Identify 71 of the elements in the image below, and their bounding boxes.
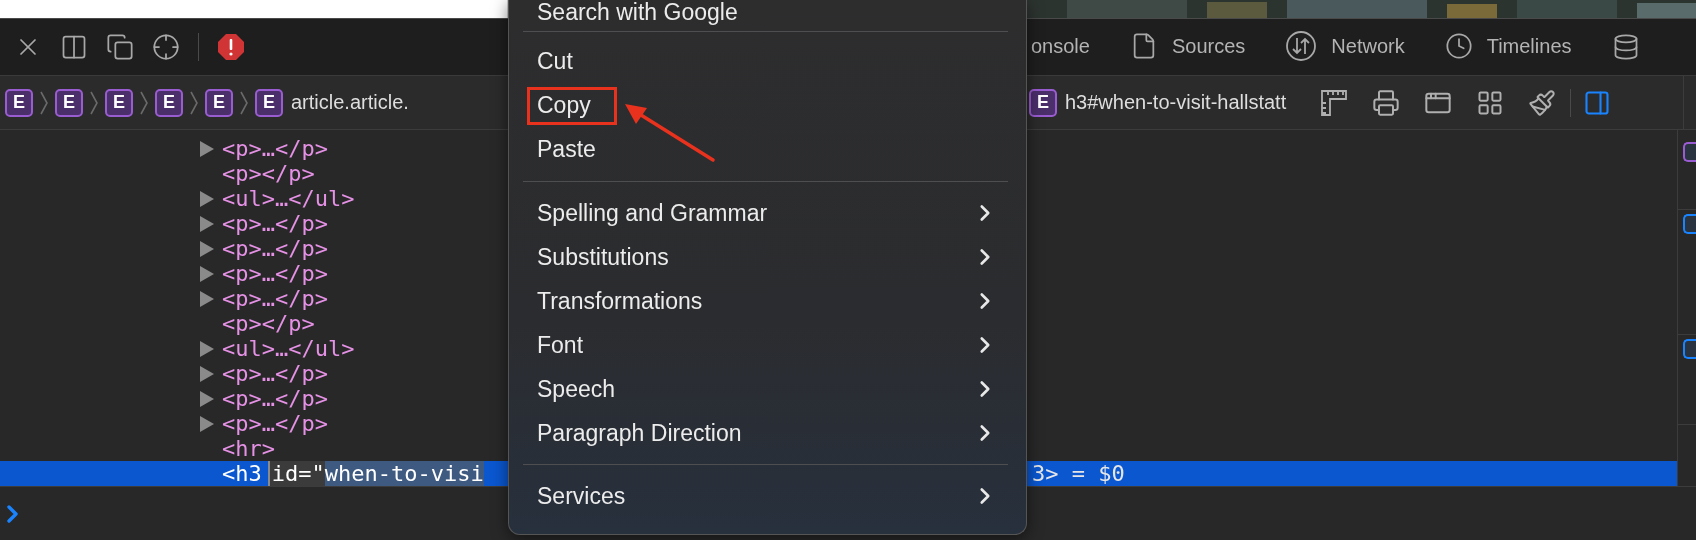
disclosure-triangle-icon[interactable] <box>200 340 214 357</box>
element-tag: <p></p> <box>222 161 315 186</box>
breadcrumb-label: article.article. <box>291 91 409 114</box>
split-view-icon[interactable] <box>60 33 88 61</box>
menu-item[interactable]: Speech <box>523 366 1008 411</box>
disclosure-triangle-icon[interactable] <box>200 415 214 432</box>
tab[interactable]: Timelines <box>1444 32 1572 62</box>
element-tag: <p>…</p> <box>222 136 328 161</box>
disclosure-triangle-icon[interactable] <box>200 240 214 257</box>
badge-icon <box>1683 339 1696 359</box>
menu-item[interactable]: Search with Google <box>523 0 1008 24</box>
menu-item[interactable]: Cut <box>523 39 1008 84</box>
breadcrumb-label: h3#when-to-visit-hallstatt <box>1065 91 1287 114</box>
menu-item[interactable]: Spelling and Grammar <box>523 190 1008 235</box>
attribute-field[interactable]: id="when-to-visi <box>267 461 484 486</box>
tab[interactable]: onsole <box>1031 34 1090 60</box>
disclosure-triangle-icon[interactable] <box>200 140 214 157</box>
sidebar-icon[interactable] <box>1583 88 1612 117</box>
element-badge[interactable]: E <box>155 88 183 117</box>
element-badge: E <box>1029 88 1057 117</box>
chevron-icon <box>189 89 199 116</box>
element-tag: 3> = $0 <box>1032 461 1125 486</box>
element-tag: <h3 <box>222 461 262 486</box>
menu-item[interactable]: Transformations <box>523 278 1008 323</box>
disclosure-triangle-icon[interactable] <box>200 215 214 232</box>
badge-icon <box>1683 214 1696 234</box>
element-tag: <hr> <box>222 436 275 461</box>
menu-item[interactable]: Copy <box>523 83 1008 128</box>
element-tag: <p>…</p> <box>222 236 328 261</box>
menu-item[interactable]: Font <box>523 322 1008 367</box>
element-badge[interactable]: E <box>55 88 83 117</box>
element-tag: <p>…</p> <box>222 286 328 311</box>
breadcrumb[interactable]: E h3#when-to-visit-hallstatt <box>1029 88 1287 117</box>
element-tag: <p>…</p> <box>222 386 328 411</box>
network-icon <box>1285 30 1318 62</box>
breadcrumb[interactable]: E article.article. <box>255 88 409 117</box>
element-tag: <ul>…</ul> <box>222 336 355 361</box>
error-icon[interactable] <box>217 33 245 61</box>
disclosure-triangle-icon[interactable] <box>200 290 214 307</box>
menu-item[interactable]: Paste <box>523 127 1008 172</box>
element-badge[interactable]: E <box>105 88 133 117</box>
element-tag: <p>…</p> <box>222 211 328 236</box>
brush-icon[interactable] <box>1528 88 1557 117</box>
chevron-icon <box>39 89 49 116</box>
menu-item[interactable]: Paragraph Direction <box>523 410 1008 455</box>
disclosure-triangle-icon[interactable] <box>200 190 214 207</box>
menu-item[interactable]: Substitutions <box>523 234 1008 279</box>
element-badge: E <box>255 88 283 117</box>
disclosure-triangle-icon[interactable] <box>200 390 214 407</box>
tab[interactable]: Network <box>1285 30 1405 64</box>
ruler-icon[interactable] <box>1320 88 1349 117</box>
prompt-icon <box>6 503 20 524</box>
element-badge[interactable]: E <box>5 88 33 117</box>
clock-icon <box>1444 32 1473 60</box>
windows-icon[interactable] <box>106 33 134 61</box>
disclosure-triangle-icon[interactable] <box>200 265 214 282</box>
disclosure-triangle-icon[interactable] <box>200 365 214 382</box>
element-tag: <ul>…</ul> <box>222 186 355 211</box>
element-tag: <p>…</p> <box>222 361 328 386</box>
tab[interactable]: Sources <box>1129 32 1246 62</box>
chevron-icon <box>239 89 249 116</box>
chevron-icon <box>89 89 99 116</box>
element-tag: <p>…</p> <box>222 411 328 436</box>
crosshair-icon[interactable] <box>152 33 180 61</box>
element-tag: <p></p> <box>222 311 315 336</box>
chevron-icon <box>139 89 149 116</box>
badge-icon <box>1683 142 1696 162</box>
element-badge[interactable]: E <box>205 88 233 117</box>
element-tag: <p>…</p> <box>222 261 328 286</box>
menu-item[interactable]: Services <box>523 474 1008 518</box>
printer-icon[interactable] <box>1372 88 1401 117</box>
